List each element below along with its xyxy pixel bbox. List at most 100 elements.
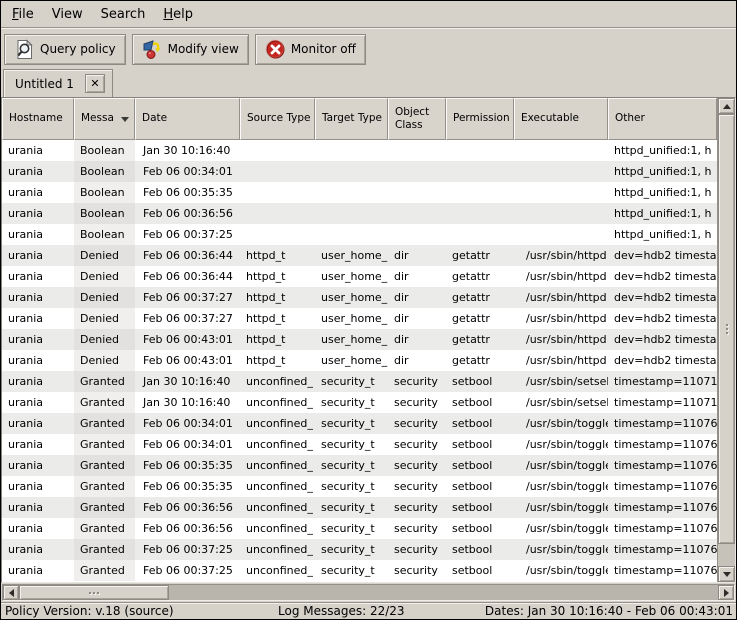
cell-object-class[interactable] [388, 203, 446, 224]
cell-target-type[interactable]: user_home_ [315, 350, 388, 371]
cell-message[interactable]: Granted [74, 434, 135, 455]
cell-permission[interactable] [446, 161, 514, 182]
scroll-right-button[interactable] [718, 585, 734, 600]
cell-permission[interactable]: getattr [446, 266, 514, 287]
cell-executable[interactable]: /usr/sbin/toggle [514, 518, 608, 539]
cell-object-class[interactable]: security [388, 455, 446, 476]
column-header-permission[interactable]: Permission [446, 98, 514, 140]
cell-executable[interactable]: /usr/sbin/toggle [514, 413, 608, 434]
cell-object-class[interactable]: dir [388, 245, 446, 266]
cell-message[interactable]: Granted [74, 392, 135, 413]
cell-source-type[interactable] [240, 203, 315, 224]
cell-date[interactable]: Feb 06 00:37:27 [135, 287, 240, 308]
cell-hostname[interactable]: urania [2, 371, 74, 392]
table-row[interactable]: urania Boolean Feb 06 00:35:35 httpd_uni… [2, 182, 717, 203]
cell-target-type[interactable] [315, 203, 388, 224]
cell-date[interactable]: Jan 30 10:16:40 [135, 392, 240, 413]
cell-other[interactable]: dev=hdb2 timesta [608, 308, 717, 329]
column-header-message[interactable]: Messa [74, 98, 135, 140]
table-row[interactable]: urania Granted Jan 30 10:16:40 unconfine… [2, 371, 717, 392]
cell-executable[interactable] [514, 203, 608, 224]
cell-date[interactable]: Feb 06 00:37:25 [135, 224, 240, 245]
cell-other[interactable]: timestamp=11076 [608, 560, 717, 581]
cell-executable[interactable]: /usr/sbin/httpd [514, 329, 608, 350]
cell-object-class[interactable]: security [388, 518, 446, 539]
tab-close-button[interactable]: ✕ [85, 74, 105, 93]
cell-source-type[interactable]: httpd_t [240, 308, 315, 329]
column-header-object-class[interactable]: Object Class [388, 98, 446, 140]
cell-hostname[interactable]: urania [2, 560, 74, 581]
cell-other[interactable]: timestamp=11071 [608, 392, 717, 413]
cell-object-class[interactable]: security [388, 476, 446, 497]
cell-message[interactable]: Boolean [74, 224, 135, 245]
cell-executable[interactable]: /usr/sbin/toggle [514, 455, 608, 476]
cell-message[interactable]: Denied [74, 266, 135, 287]
cell-hostname[interactable]: urania [2, 392, 74, 413]
horizontal-scrollbar[interactable] [2, 584, 735, 601]
cell-object-class[interactable]: dir [388, 287, 446, 308]
cell-hostname[interactable]: urania [2, 203, 74, 224]
cell-message[interactable]: Granted [74, 497, 135, 518]
cell-source-type[interactable]: unconfined_ [240, 476, 315, 497]
cell-permission[interactable] [446, 203, 514, 224]
cell-message[interactable]: Granted [74, 413, 135, 434]
cell-object-class[interactable] [388, 140, 446, 161]
cell-target-type[interactable]: security_t [315, 497, 388, 518]
cell-executable[interactable]: /usr/sbin/httpd [514, 308, 608, 329]
cell-permission[interactable]: getattr [446, 287, 514, 308]
cell-source-type[interactable]: httpd_t [240, 287, 315, 308]
cell-source-type[interactable]: unconfined_ [240, 539, 315, 560]
cell-date[interactable]: Feb 06 00:37:25 [135, 539, 240, 560]
cell-permission[interactable] [446, 224, 514, 245]
table-row[interactable]: urania Granted Feb 06 00:35:35 unconfine… [2, 476, 717, 497]
cell-executable[interactable]: /usr/sbin/toggle [514, 434, 608, 455]
cell-permission[interactable]: getattr [446, 350, 514, 371]
menu-file[interactable]: File [3, 3, 43, 26]
cell-message[interactable]: Granted [74, 539, 135, 560]
cell-permission[interactable]: setbool [446, 455, 514, 476]
cell-permission[interactable]: getattr [446, 329, 514, 350]
cell-executable[interactable]: /usr/sbin/toggle [514, 539, 608, 560]
cell-object-class[interactable]: dir [388, 329, 446, 350]
cell-hostname[interactable]: urania [2, 245, 74, 266]
cell-executable[interactable]: /usr/sbin/toggle [514, 497, 608, 518]
cell-object-class[interactable]: security [388, 560, 446, 581]
cell-target-type[interactable]: user_home_ [315, 287, 388, 308]
cell-target-type[interactable]: security_t [315, 539, 388, 560]
cell-other[interactable]: httpd_unified:1, h [608, 182, 717, 203]
cell-permission[interactable]: setbool [446, 371, 514, 392]
cell-target-type[interactable]: security_t [315, 476, 388, 497]
cell-message[interactable]: Granted [74, 560, 135, 581]
menu-search[interactable]: Search [92, 3, 155, 26]
cell-permission[interactable]: setbool [446, 539, 514, 560]
cell-target-type[interactable]: security_t [315, 434, 388, 455]
cell-target-type[interactable]: user_home_ [315, 266, 388, 287]
cell-date[interactable]: Feb 06 00:36:56 [135, 518, 240, 539]
cell-executable[interactable] [514, 140, 608, 161]
cell-object-class[interactable]: dir [388, 350, 446, 371]
cell-other[interactable]: httpd_unified:1, h [608, 161, 717, 182]
table-row[interactable]: urania Boolean Feb 06 00:37:25 httpd_uni… [2, 224, 717, 245]
cell-date[interactable]: Feb 06 00:37:27 [135, 308, 240, 329]
cell-object-class[interactable]: security [388, 413, 446, 434]
cell-target-type[interactable]: security_t [315, 455, 388, 476]
cell-executable[interactable]: /usr/sbin/toggle [514, 560, 608, 581]
monitor-off-button[interactable]: Monitor off [255, 34, 366, 65]
cell-other[interactable]: httpd_unified:1, h [608, 203, 717, 224]
cell-date[interactable]: Feb 06 00:35:35 [135, 455, 240, 476]
cell-source-type[interactable] [240, 140, 315, 161]
cell-message[interactable]: Granted [74, 455, 135, 476]
cell-date[interactable]: Feb 06 00:34:01 [135, 413, 240, 434]
cell-permission[interactable]: setbool [446, 434, 514, 455]
cell-source-type[interactable]: unconfined_ [240, 560, 315, 581]
cell-message[interactable]: Boolean [74, 203, 135, 224]
query-policy-button[interactable]: Query policy [4, 34, 126, 65]
cell-hostname[interactable]: urania [2, 140, 74, 161]
cell-source-type[interactable]: httpd_t [240, 350, 315, 371]
cell-source-type[interactable]: unconfined_ [240, 455, 315, 476]
cell-hostname[interactable]: urania [2, 161, 74, 182]
cell-hostname[interactable]: urania [2, 224, 74, 245]
cell-target-type[interactable]: user_home_ [315, 308, 388, 329]
cell-date[interactable]: Feb 06 00:35:35 [135, 182, 240, 203]
scroll-up-button[interactable] [718, 98, 735, 114]
